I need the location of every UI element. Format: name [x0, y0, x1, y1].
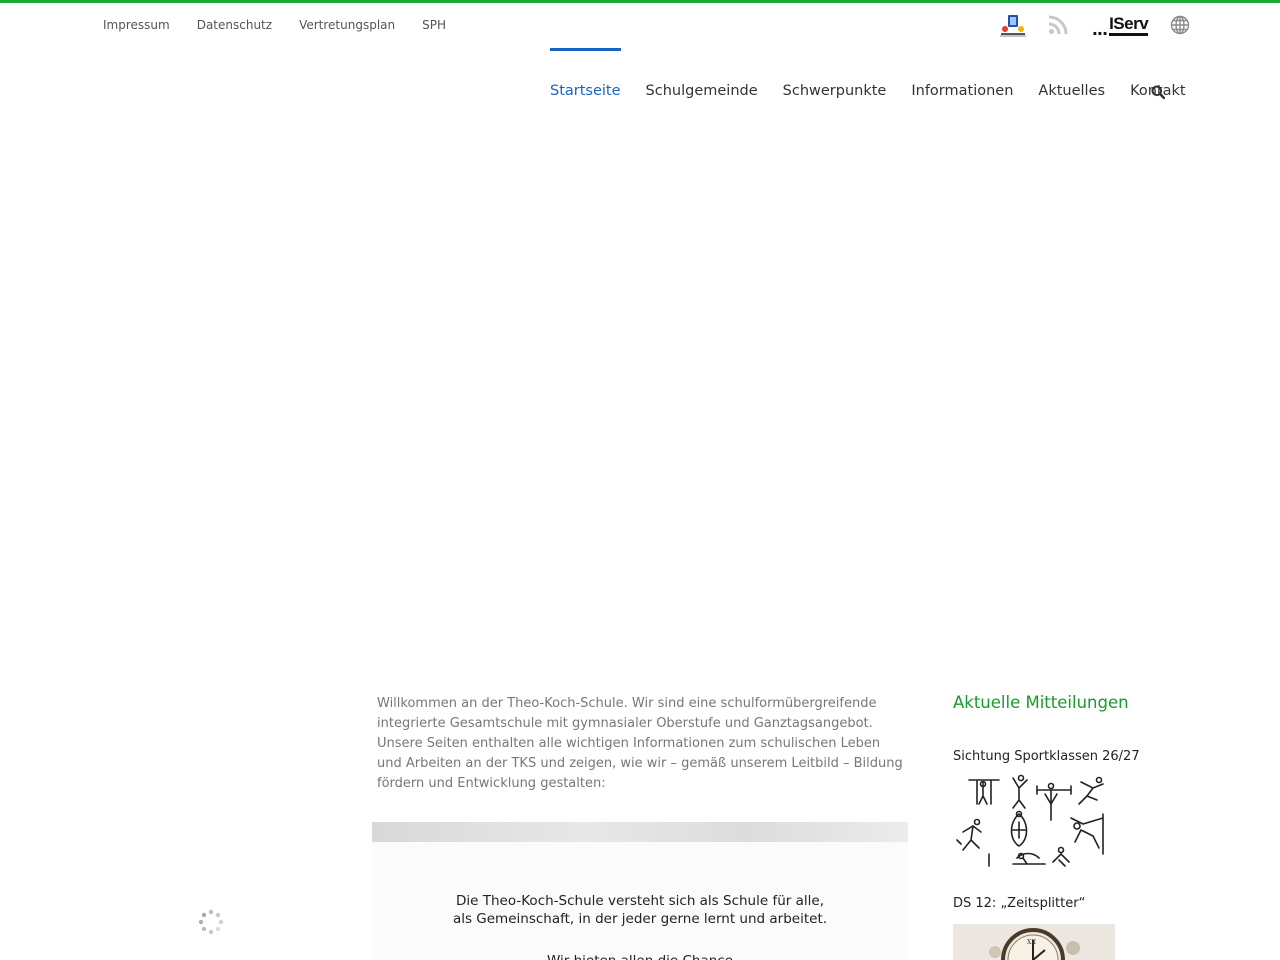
main-nav: Startseite Schulgemeinde Schwerpunkte In…: [550, 48, 1211, 108]
nav-schulgemeinde[interactable]: Schulgemeinde: [646, 48, 758, 108]
clock-image[interactable]: XII: [953, 924, 1115, 960]
link-impressum[interactable]: Impressum: [103, 17, 170, 33]
nav-schwerpunkte[interactable]: Schwerpunkte: [783, 48, 887, 108]
mission-statement-box: Die Theo-Koch-Schule versteht sich als S…: [372, 822, 908, 960]
sport-pictograms-image[interactable]: [953, 774, 1115, 868]
rss-icon[interactable]: [1047, 12, 1069, 38]
link-sph[interactable]: SPH: [422, 17, 446, 33]
mission-line-1: Die Theo-Koch-Schule versteht sich als S…: [456, 893, 824, 909]
post-title-zeitsplitter[interactable]: DS 12: „Zeitsplitter“: [953, 895, 1085, 913]
svg-text:XII: XII: [1027, 939, 1037, 946]
link-vertretungsplan[interactable]: Vertretungsplan: [299, 17, 395, 33]
intro-text: Willkommen an der Theo-Koch-Schule. Wir …: [377, 696, 903, 791]
nav-startseite[interactable]: Startseite: [550, 48, 621, 108]
globe-icon[interactable]: [1168, 12, 1192, 38]
top-accent-bar: [0, 0, 1280, 3]
mission-line-2: als Gemeinschaft, in der jeder gerne ler…: [452, 911, 828, 927]
loading-spinner-icon: [198, 909, 224, 935]
nav-informationen[interactable]: Informationen: [911, 48, 1013, 108]
nav-aktuelles[interactable]: Aktuelles: [1038, 48, 1105, 108]
search-icon[interactable]: [1151, 84, 1166, 103]
link-datenschutz[interactable]: Datenschutz: [197, 17, 272, 33]
school-app-icon[interactable]: [995, 12, 1031, 38]
mission-line-3: Wir bieten allen die Chance: [372, 952, 908, 960]
post-title-sportklassen[interactable]: Sichtung Sportklassen 26/27: [953, 748, 1140, 766]
decorative-band: [372, 822, 908, 842]
iserv-logo[interactable]: ... IServ: [1088, 12, 1152, 39]
sidebar-title: Aktuelle Mitteilungen: [953, 693, 1129, 712]
secondary-nav: Impressum Datenschutz Vertretungsplan SP…: [103, 17, 446, 33]
iserv-label: IServ: [1109, 14, 1149, 36]
top-icons: ... IServ: [995, 12, 1195, 39]
